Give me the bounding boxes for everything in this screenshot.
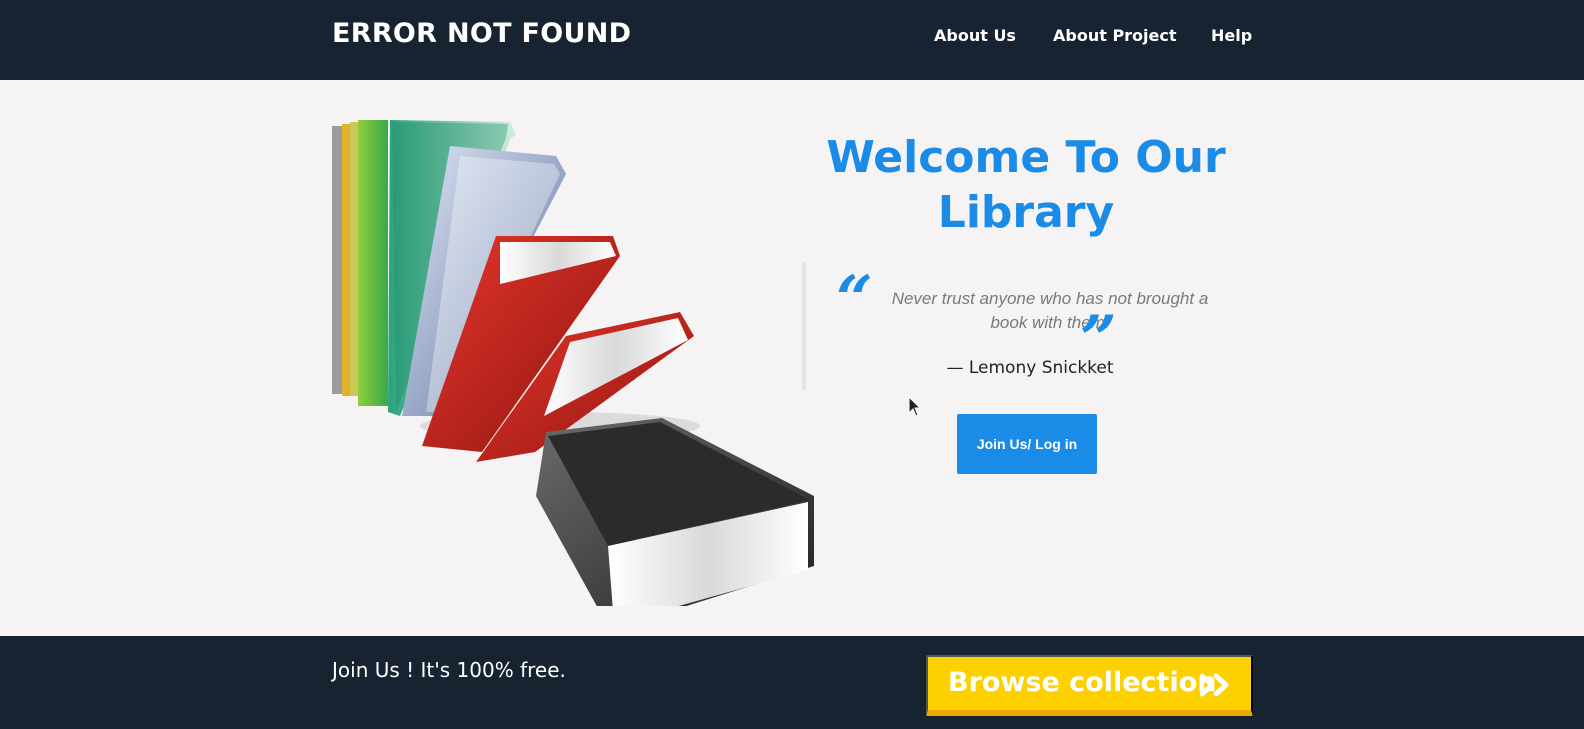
books-illustration [332, 120, 814, 606]
footer-cta-text: Join Us ! It's 100% free. [332, 658, 566, 682]
nav-link-about-project[interactable]: About Project [1053, 26, 1177, 45]
browse-collection-button[interactable]: Browse collection [926, 655, 1253, 716]
nav-link-about-us[interactable]: About Us [934, 26, 1016, 45]
footer-bar: Join Us ! It's 100% free. Browse collect… [0, 636, 1584, 729]
navbar: ERROR NOT FOUND About Us About Project H… [0, 0, 1584, 80]
join-login-button[interactable]: Join Us/ Log in [957, 414, 1097, 474]
nav-link-help[interactable]: Help [1211, 26, 1252, 45]
quote-text: Never trust anyone who has not brought a… [891, 289, 1209, 332]
quote-divider [802, 262, 806, 390]
brand-logo[interactable]: ERROR NOT FOUND [332, 18, 631, 49]
double-chevron-right-icon [1200, 673, 1229, 697]
open-quote-icon: “ [836, 262, 873, 337]
quote-author: — Lemony Snickket [946, 358, 1114, 378]
mouse-cursor-icon [908, 396, 922, 417]
page-title: Welcome To Our Library [826, 132, 1226, 238]
hero-section: Welcome To Our Library “ Never trust any… [0, 80, 1584, 636]
browse-collection-label: Browse collection [948, 667, 1217, 698]
